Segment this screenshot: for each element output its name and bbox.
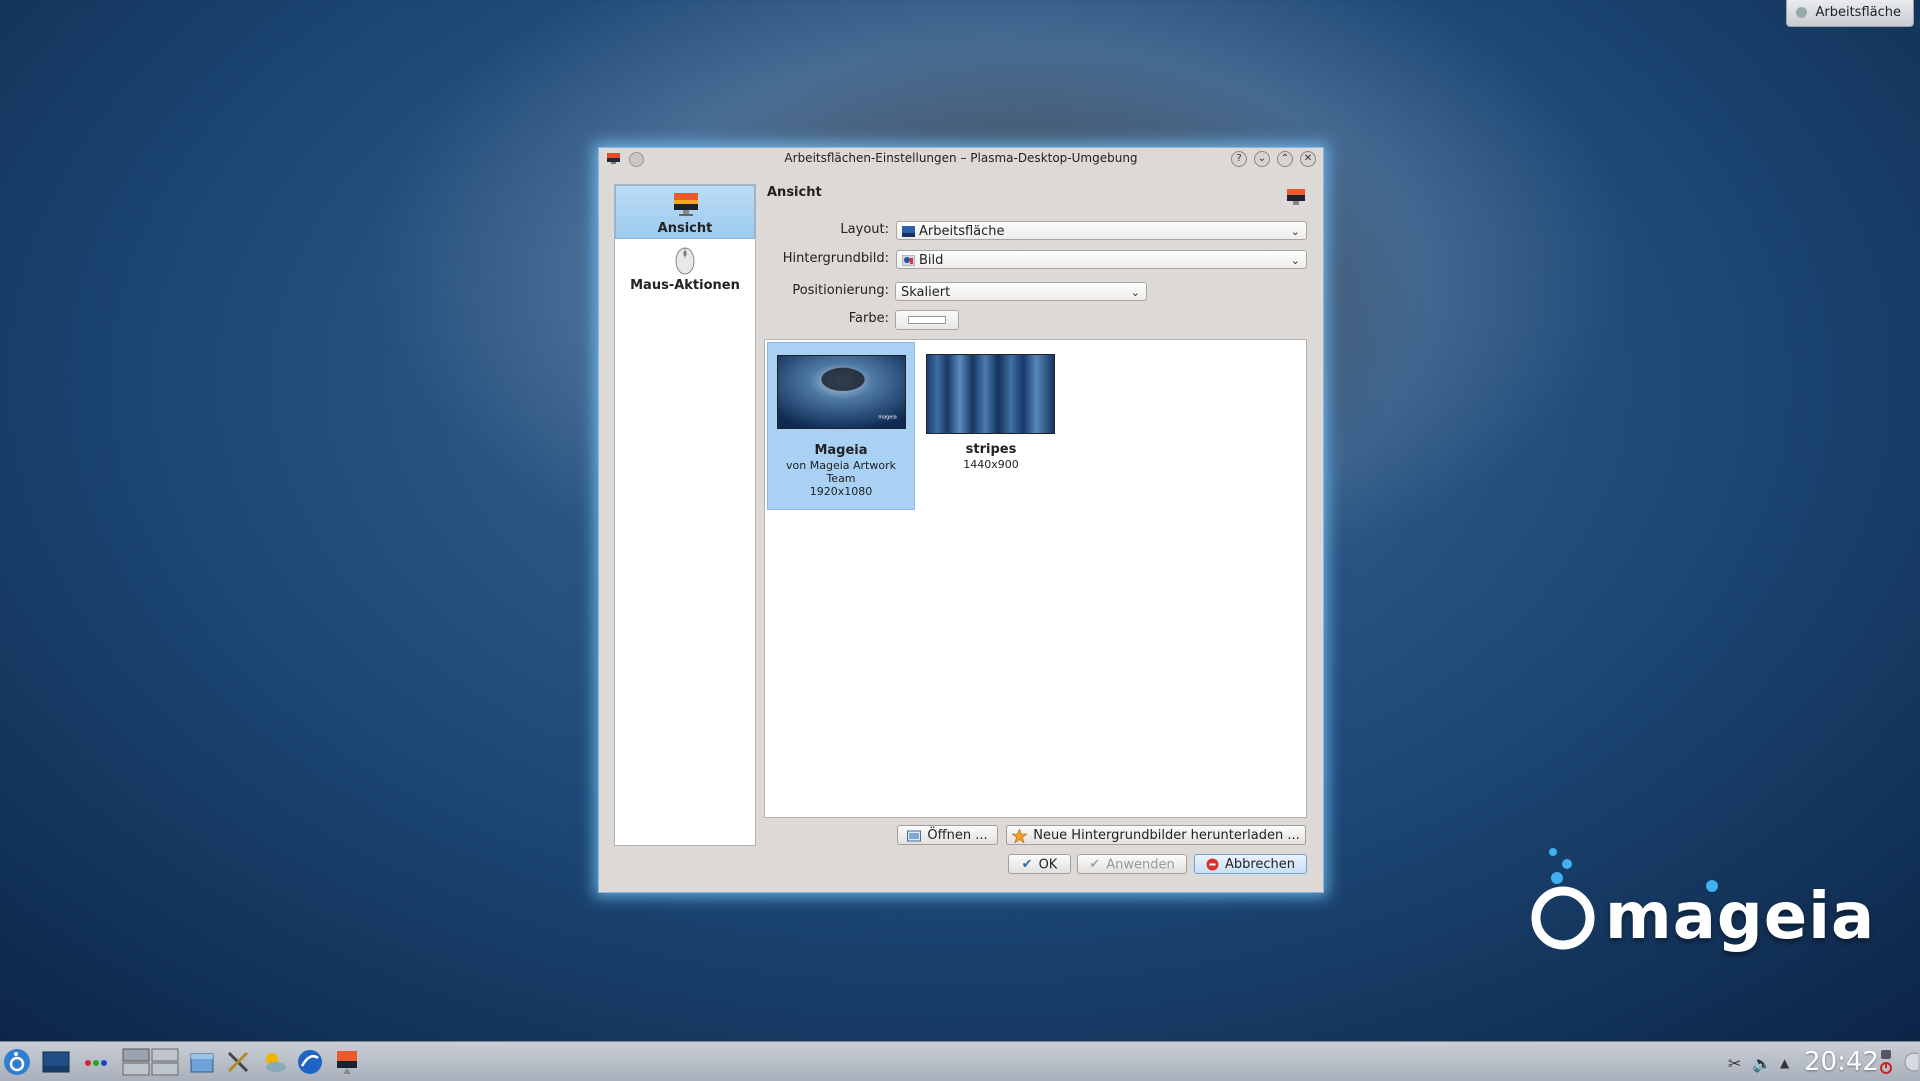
display-icon	[674, 193, 698, 216]
checkmark-icon: ✔	[1089, 857, 1101, 872]
lock-logout-icon[interactable]	[1879, 1048, 1893, 1076]
scissors-icon[interactable]: ✂	[1728, 1054, 1741, 1073]
activity-icon[interactable]	[82, 1048, 110, 1076]
desktop-toolbox-label: Arbeitsfläche	[1815, 5, 1901, 20]
open-button[interactable]: Öffnen ...	[897, 825, 998, 845]
wallpaper-select[interactable]: Bild ⌄	[896, 250, 1307, 269]
close-button[interactable]: ✕	[1300, 151, 1316, 167]
cancel-icon	[1206, 858, 1219, 871]
cashew-icon	[1796, 7, 1808, 18]
maximize-button[interactable]: ⌃	[1277, 151, 1293, 167]
positioning-select[interactable]: Skaliert ⌄	[895, 282, 1147, 301]
wallpaper-thumbnail: mageia	[777, 355, 906, 429]
layout-select[interactable]: Arbeitsfläche ⌄	[896, 221, 1307, 240]
chevron-down-icon: ⌄	[1290, 225, 1300, 238]
mageia-menu-icon[interactable]	[3, 1048, 31, 1076]
wallpaper-tile-stripes[interactable]: stripes 1440x900	[917, 342, 1065, 510]
open-file-icon	[907, 830, 922, 841]
wallpaper-thumbnail	[926, 354, 1055, 434]
positioning-select-value: Skaliert	[901, 285, 951, 300]
pager-icon[interactable]	[122, 1048, 180, 1076]
cancel-button[interactable]: Abbrechen	[1194, 854, 1307, 874]
minimize-button[interactable]: ⌄	[1254, 151, 1270, 167]
cancel-button-label: Abbrechen	[1224, 857, 1296, 872]
desktop-toolbox-button[interactable]: Arbeitsfläche	[1786, 0, 1914, 27]
layout-label: Layout:	[840, 222, 889, 237]
download-wallpapers-label: Neue Hintergrundbilder herunterladen ...	[1033, 828, 1300, 843]
wallpaper-tile-mageia[interactable]: mageia Mageia von Mageia Artwork Team 19…	[767, 342, 915, 510]
color-picker-button[interactable]	[895, 310, 959, 330]
positioning-label: Positionierung:	[792, 283, 889, 298]
ok-button[interactable]: ✔ OK	[1008, 854, 1071, 874]
chevron-down-icon: ⌄	[1290, 254, 1300, 267]
clock[interactable]: 20:42	[1804, 1047, 1879, 1077]
wallpaper-resolution: 1920x1080	[809, 485, 873, 498]
chevron-down-icon: ⌄	[1130, 286, 1140, 299]
wallpaper-label: Hintergrundbild:	[782, 251, 889, 266]
download-wallpapers-button[interactable]: Neue Hintergrundbilder herunterladen ...	[1006, 825, 1306, 845]
ok-button-label: OK	[1038, 857, 1058, 873]
mageia-logo-text: mageia	[1605, 880, 1876, 954]
wallpaper-name: Mageia	[814, 443, 868, 458]
color-label: Farbe:	[848, 311, 889, 326]
wallpaper-select-value: Bild	[919, 253, 944, 268]
settings-icon[interactable]	[333, 1048, 361, 1076]
tray-expand-icon[interactable]: ▲	[1780, 1056, 1789, 1070]
section-title: Ansicht	[767, 185, 822, 200]
wallpaper-name: stripes	[965, 442, 1017, 457]
taskbar: ✂ 🔊 ▲ 20:42	[0, 1041, 1920, 1081]
dialog-title: Arbeitsflächen-Einstellungen – Plasma-De…	[784, 151, 1138, 165]
section-display-icon	[1287, 189, 1305, 205]
desktop-icon[interactable]	[42, 1048, 70, 1076]
wallpaper-list: mageia Mageia von Mageia Artwork Team 19…	[764, 339, 1307, 818]
desktop-layout-icon	[902, 226, 915, 237]
picture-icon	[902, 255, 915, 266]
wallpaper-resolution: 1440x900	[963, 458, 1019, 471]
dialog-titlebar[interactable]: Arbeitsflächen-Einstellungen – Plasma-De…	[599, 148, 1323, 170]
color-swatch	[908, 316, 946, 324]
apply-button[interactable]: ✔ Anwenden	[1077, 854, 1187, 874]
help-button[interactable]: ?	[1231, 151, 1247, 167]
volume-icon[interactable]: 🔊	[1752, 1054, 1772, 1073]
panel-toolbox-icon[interactable]	[1900, 1052, 1918, 1072]
wallpaper-author: von Mageia Artwork Team	[786, 459, 896, 485]
file-manager-icon[interactable]	[188, 1048, 216, 1076]
layout-select-value: Arbeitsfläche	[919, 224, 1005, 239]
open-button-label: Öffnen ...	[927, 828, 988, 843]
apply-button-label: Anwenden	[1106, 857, 1175, 873]
svg-text:mageia: mageia	[878, 414, 896, 420]
tools-icon[interactable]	[224, 1048, 252, 1076]
weather-icon[interactable]	[260, 1048, 288, 1076]
browser-icon[interactable]	[296, 1048, 324, 1076]
checkmark-icon: ✔	[1021, 857, 1033, 872]
desktop-settings-dialog: Arbeitsflächen-Einstellungen – Plasma-De…	[598, 147, 1324, 893]
star-icon	[1012, 828, 1028, 843]
